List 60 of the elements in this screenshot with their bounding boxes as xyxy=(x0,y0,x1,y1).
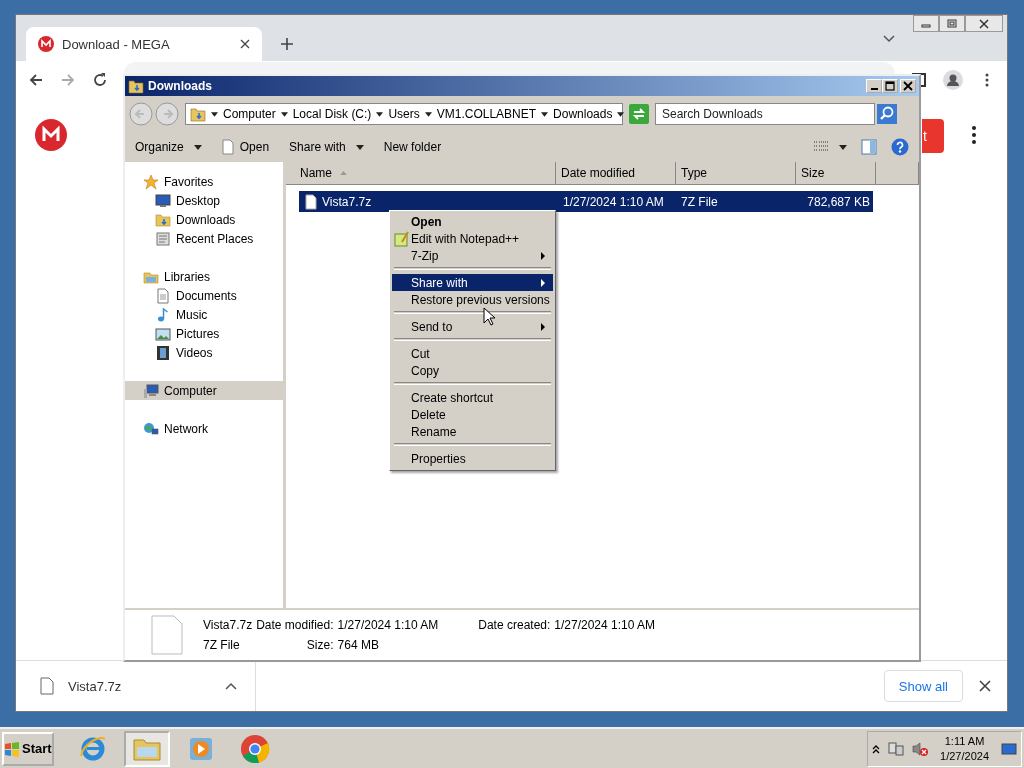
detail-label: Size: xyxy=(305,638,334,652)
file-name: Vista7.7z xyxy=(322,194,372,209)
menu-item[interactable]: Delete xyxy=(392,406,553,423)
column-header[interactable]: Type xyxy=(676,162,796,184)
nav-item[interactable]: Favorites xyxy=(125,172,283,191)
file-size: 782,687 KB xyxy=(806,194,871,209)
detail-value: 764 MB xyxy=(337,638,380,652)
start-button[interactable]: Start xyxy=(2,731,54,766)
detail-filename: Vista7.7z xyxy=(203,618,253,632)
menu-item[interactable]: Copy xyxy=(392,362,553,379)
nav-item[interactable]: Music xyxy=(125,305,283,324)
detail-type: 7Z File xyxy=(203,638,241,652)
detail-label: Date modified: xyxy=(256,618,334,632)
column-header[interactable]: Date modified xyxy=(556,162,676,184)
nav-item[interactable]: Computer xyxy=(125,381,283,400)
toolbar-button[interactable]: Organize xyxy=(135,140,202,154)
toolbar-button[interactable]: New folder xyxy=(383,140,442,154)
menu-item[interactable]: Properties xyxy=(392,450,553,467)
download-filename: Vista7.7z xyxy=(68,678,123,694)
menu-item[interactable]: Send to xyxy=(392,318,553,335)
download-button[interactable]: t xyxy=(922,119,944,153)
column-header[interactable]: Name xyxy=(286,162,556,184)
nav-item[interactable]: Downloads xyxy=(125,210,283,229)
detail-value: 1/27/2024 1:10 AM xyxy=(554,618,657,632)
nav-item[interactable]: Videos xyxy=(125,343,283,362)
nav-item[interactable]: Desktop xyxy=(125,191,283,210)
breadcrumb-item[interactable]: Computer xyxy=(223,107,276,121)
file-date: 1/27/2024 1:10 AM xyxy=(562,194,665,209)
menu-item[interactable]: Rename xyxy=(392,423,553,440)
window-title: Downloads xyxy=(148,79,213,93)
menu-item[interactable]: Create shortcut xyxy=(392,389,553,406)
breadcrumb-item[interactable]: Local Disk (C:) xyxy=(292,107,372,121)
clock-date: 1/27/2024 xyxy=(940,748,989,764)
tab-title: Download - MEGA xyxy=(62,36,171,52)
menu-item[interactable]: Open xyxy=(392,213,553,230)
menu-item[interactable]: Edit with Notepad++ xyxy=(392,230,553,247)
file-row[interactable]: Vista7.7z 1/27/2024 1:10 AM 7Z File 782,687 KB xyxy=(299,191,873,212)
breadcrumb-item[interactable]: Users xyxy=(388,107,420,121)
toolbar-button[interactable]: Share with xyxy=(289,140,364,154)
menu-item[interactable]: Share with xyxy=(392,274,553,291)
file-type: 7Z File xyxy=(680,194,719,209)
nav-item[interactable]: Documents xyxy=(125,286,283,305)
detail-value: 1/27/2024 1:10 AM xyxy=(337,618,440,632)
breadcrumb-item[interactable]: Downloads xyxy=(553,107,613,121)
breadcrumb-item[interactable]: VM1.COLLABNET xyxy=(436,107,537,121)
browser-tab[interactable]: Download - MEGA xyxy=(26,27,262,61)
column-header[interactable]: Size xyxy=(796,162,876,184)
nav-item[interactable]: Recent Places xyxy=(125,229,283,248)
menu-item[interactable]: Restore previous versions xyxy=(392,291,553,308)
menu-item[interactable]: 7-Zip xyxy=(392,247,553,264)
address-bar[interactable]: Computer Local Disk (C:) Users VM1.COLLABNET Downloads xyxy=(185,103,623,125)
nav-item[interactable]: Pictures xyxy=(125,324,283,343)
search-field[interactable]: Search Downloads xyxy=(655,103,875,125)
nav-item[interactable]: Libraries xyxy=(125,267,283,286)
detail-label: Date created: xyxy=(478,618,551,632)
menu-item[interactable]: Cut xyxy=(392,345,553,362)
toolbar-button[interactable]: Open xyxy=(221,139,270,155)
nav-item[interactable]: Network xyxy=(125,419,283,438)
show-all-button[interactable]: Show all xyxy=(883,670,963,702)
clock-time: 1:11 AM xyxy=(944,733,985,749)
